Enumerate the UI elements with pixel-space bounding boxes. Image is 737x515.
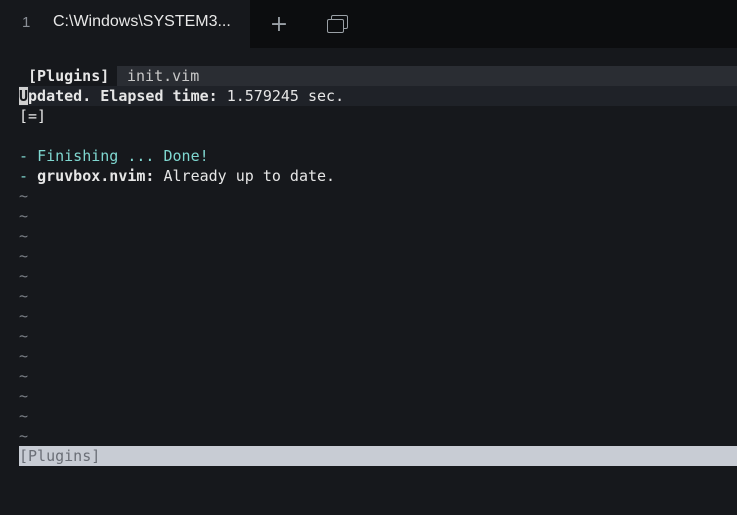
title-bar: 1 C:\Windows\SYSTEM3... + [0, 0, 737, 48]
tab-title: C:\Windows\SYSTEM3... [53, 13, 231, 30]
empty-line-tilde: ~ [19, 207, 29, 225]
windows-icon [327, 15, 348, 33]
plus-icon: + [269, 11, 289, 37]
log-line-finishing: - Finishing ... Done! [19, 147, 209, 165]
empty-line-tilde: ~ [19, 307, 29, 325]
terminal-pane[interactable]: [Plugins] init.vim Updated. Elapsed time… [0, 48, 737, 515]
empty-line-tilde: ~ [19, 347, 29, 365]
empty-line-tilde: ~ [19, 187, 29, 205]
vim-tab-plugins[interactable]: [Plugins] [19, 66, 118, 86]
empty-line-tilde: ~ [19, 327, 29, 345]
new-tab-button[interactable]: + [264, 10, 294, 38]
empty-line-tilde: ~ [19, 387, 29, 405]
empty-line-tilde: ~ [19, 367, 29, 385]
switch-window-button[interactable] [322, 10, 352, 38]
vim-statusline: [Plugins] [19, 446, 737, 466]
update-summary: Updated. Elapsed time: 1.579245 sec. [19, 87, 345, 105]
vim-tabline: [Plugins] init.vim [19, 66, 737, 86]
empty-line-tilde: ~ [19, 227, 29, 245]
empty-line-tilde: ~ [19, 267, 29, 285]
elapsed-time: 1.579245 sec. [217, 87, 345, 105]
progress-bar: [=] [19, 107, 47, 125]
vim-tab-init[interactable]: init.vim [127, 66, 199, 86]
log-line-gruvbox: - gruvbox.nvim: Already up to date. [19, 167, 336, 185]
empty-line-tilde: ~ [19, 427, 29, 445]
empty-line-tilde: ~ [19, 407, 29, 425]
tab-active[interactable]: 1 C:\Windows\SYSTEM3... [0, 0, 250, 48]
text-cursor: U [19, 87, 29, 105]
empty-line-tilde: ~ [19, 287, 29, 305]
empty-line-tilde: ~ [19, 247, 29, 265]
tab-index: 1 [22, 14, 31, 31]
